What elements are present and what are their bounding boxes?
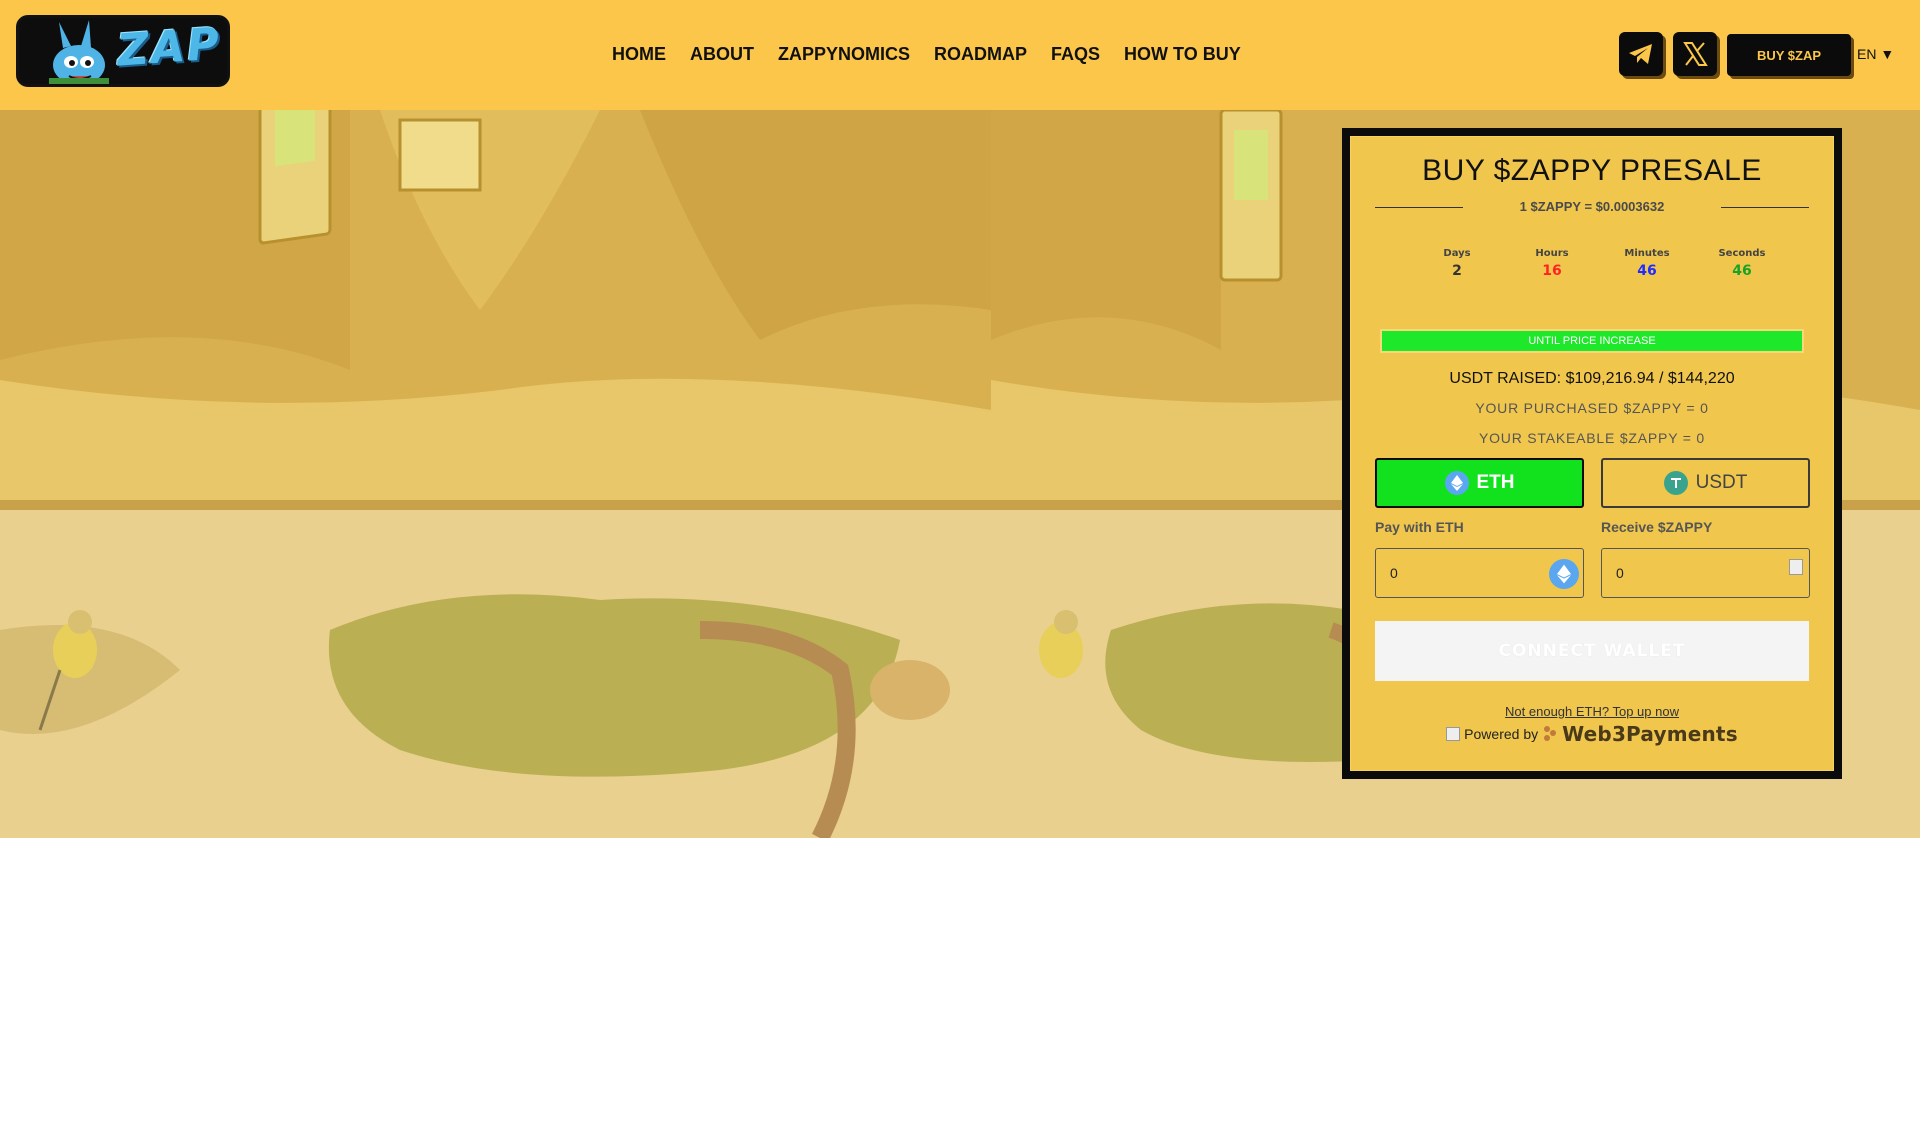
countdown-timer: Days 2 Hours 16 Minutes 46 Seconds 46 [1417, 248, 1797, 284]
web3payments-logo-icon [1544, 726, 1557, 741]
zap-logo[interactable]: ZAP [16, 15, 230, 87]
timer-hours: Hours 16 [1512, 248, 1592, 279]
buy-zap-button[interactable]: BUY $ZAP [1727, 34, 1851, 76]
web3payments-brand[interactable]: Web3Payments [1562, 722, 1738, 746]
x-twitter-icon [1683, 42, 1708, 66]
days-label: Days [1443, 248, 1471, 259]
timer-minutes: Minutes 46 [1607, 248, 1687, 279]
top-up-link[interactable]: Not enough ETH? Top up now [1350, 704, 1834, 719]
nav-zappynomics[interactable]: ZAPPYNOMICS [778, 42, 910, 66]
nav-about[interactable]: ABOUT [690, 42, 754, 66]
usdt-token-button[interactable]: USDT [1601, 458, 1810, 508]
ethereum-input-icon [1549, 559, 1579, 589]
presale-widget: BUY $ZAPPY PRESALE 1 $ZAPPY = $0.0003632… [1342, 128, 1842, 779]
purchased-amount: YOUR PURCHASED $ZAPPY = 0 [1475, 400, 1709, 416]
eth-token-button[interactable]: ETH [1375, 458, 1584, 508]
hours-value: 16 [1542, 263, 1562, 279]
divider-right [1721, 207, 1809, 208]
price-rate-row: 1 $ZAPPY = $0.0003632 [1375, 197, 1809, 217]
pay-amount-field [1375, 548, 1584, 598]
usdt-raised: USDT RAISED: $109,216.94 / $144,220 [1449, 370, 1735, 387]
nav-how-to-buy[interactable]: HOW TO BUY [1124, 42, 1241, 66]
receive-amount-field [1601, 548, 1810, 598]
telegram-button[interactable] [1619, 32, 1663, 76]
eth-label: ETH [1476, 472, 1515, 493]
main-nav: HOME ABOUT ZAPPYNOMICS ROADMAP FAQS HOW … [612, 42, 1265, 66]
powered-by-label: Powered by [1464, 726, 1539, 742]
telegram-icon [1629, 44, 1652, 64]
timer-days: Days 2 [1417, 248, 1497, 279]
forest-background-image [0, 110, 991, 838]
presale-progress-bar: UNTIL PRICE INCREASE [1380, 329, 1804, 353]
pay-amount-input[interactable] [1390, 563, 1540, 583]
minutes-value: 46 [1637, 263, 1657, 279]
nav-faqs[interactable]: FAQS [1051, 42, 1100, 66]
logo-text: ZAP [115, 18, 223, 77]
language-selector[interactable]: EN ▼ [1857, 46, 1894, 62]
days-value: 2 [1452, 263, 1462, 279]
stakeable-amount: YOUR STAKEABLE $ZAPPY = 0 [1478, 430, 1706, 446]
site-header: ZAP HOME ABOUT ZAPPYNOMICS ROADMAP FAQS … [0, 0, 1920, 110]
tether-icon [1663, 471, 1688, 495]
presale-title: BUY $ZAPPY PRESALE [1422, 154, 1762, 187]
receive-amount-input[interactable] [1616, 563, 1766, 583]
receive-label: Receive $ZAPPY [1601, 519, 1713, 535]
seconds-label: Seconds [1718, 248, 1766, 259]
nav-home[interactable]: HOME [612, 42, 666, 66]
hours-label: Hours [1535, 248, 1569, 259]
nav-roadmap[interactable]: ROADMAP [934, 42, 1027, 66]
seconds-value: 46 [1732, 263, 1752, 279]
x-twitter-button[interactable] [1673, 32, 1717, 76]
timer-seconds: Seconds 46 [1702, 248, 1782, 279]
zappy-token-icon [1789, 559, 1803, 575]
broken-image-icon [1446, 727, 1461, 741]
pay-label: Pay with ETH [1375, 519, 1464, 535]
minutes-label: Minutes [1624, 248, 1670, 259]
usdt-label: USDT [1695, 472, 1748, 493]
ethereum-icon [1444, 471, 1469, 495]
connect-wallet-button[interactable]: CONNECT WALLET [1375, 621, 1809, 681]
powered-by: Powered by Web3Payments [1350, 722, 1834, 746]
